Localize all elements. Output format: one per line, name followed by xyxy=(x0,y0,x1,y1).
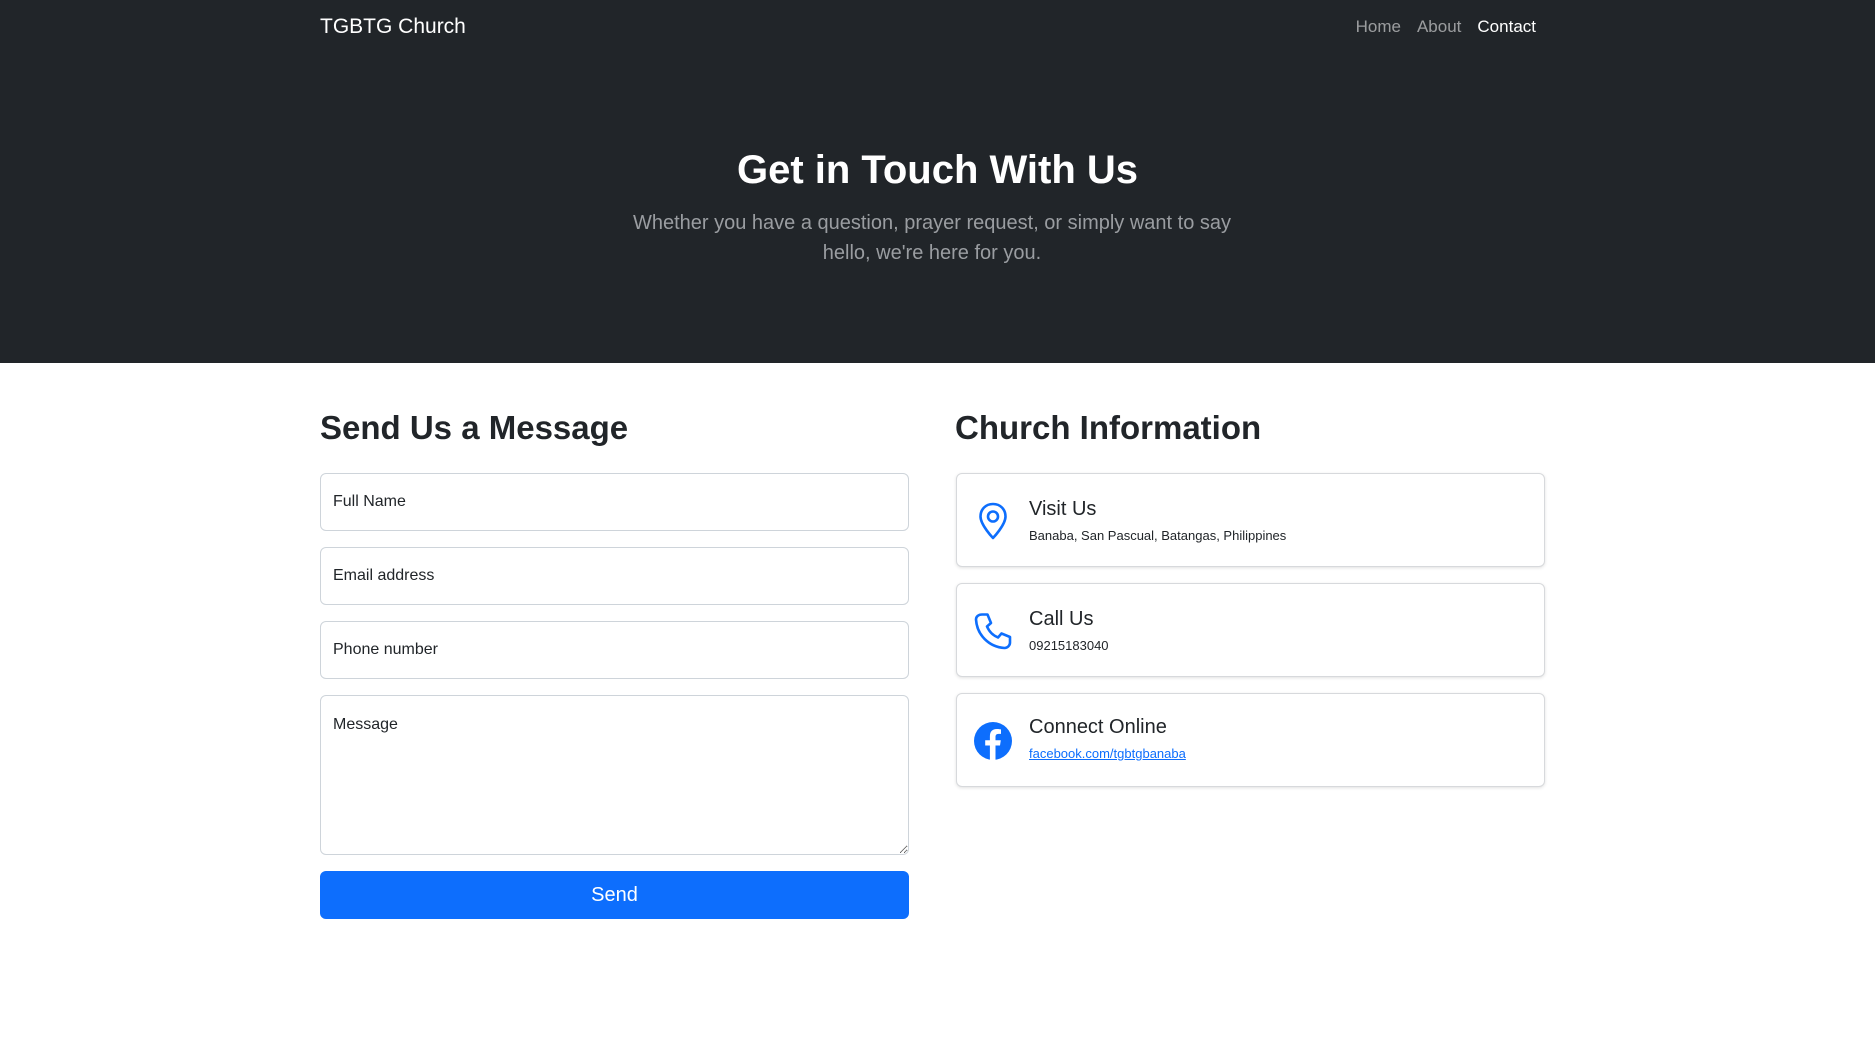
facebook-link[interactable]: facebook.com/tgbtgbanaba xyxy=(1029,746,1186,761)
nav-home-link[interactable]: Home xyxy=(1356,17,1401,37)
call-us-card: Call Us 09215183040 xyxy=(956,583,1545,677)
facebook-icon xyxy=(974,722,1012,760)
visit-us-title: Visit Us xyxy=(1029,498,1097,520)
phone-icon xyxy=(974,613,1012,650)
email-input[interactable] xyxy=(320,547,909,605)
navbar: TGBTG Church Home About Contact xyxy=(0,0,1875,56)
hero-title: Get in Touch With Us xyxy=(736,148,1139,192)
connect-online-title: Connect Online xyxy=(1029,716,1167,738)
hero-section: TGBTG Church Home About Contact Get in T… xyxy=(0,0,1875,363)
brand-link[interactable]: TGBTG Church xyxy=(320,15,466,39)
info-title: Church Information xyxy=(955,409,1262,446)
address-text: Banaba, San Pascual, Batangas, Philippin… xyxy=(1029,528,1287,543)
map-pin-icon xyxy=(979,502,1007,540)
nav-contact-link[interactable]: Contact xyxy=(1477,17,1536,37)
visit-us-card: Visit Us Banaba, San Pascual, Batangas, … xyxy=(956,473,1545,567)
phone-number-text: 09215183040 xyxy=(1029,638,1109,653)
call-us-title: Call Us xyxy=(1029,608,1094,630)
send-button[interactable]: Send xyxy=(320,871,909,919)
message-textarea[interactable] xyxy=(320,695,909,855)
connect-online-card: Connect Online facebook.com/tgbtgbanaba xyxy=(956,693,1545,787)
phone-input[interactable] xyxy=(320,621,909,679)
nav-about-link[interactable]: About xyxy=(1417,17,1461,37)
full-name-input[interactable] xyxy=(320,473,909,531)
hero-subtitle: Whether you have a question, prayer requ… xyxy=(632,212,1232,264)
nav-links: Home About Contact xyxy=(1356,17,1536,37)
form-title: Send Us a Message xyxy=(320,409,629,446)
